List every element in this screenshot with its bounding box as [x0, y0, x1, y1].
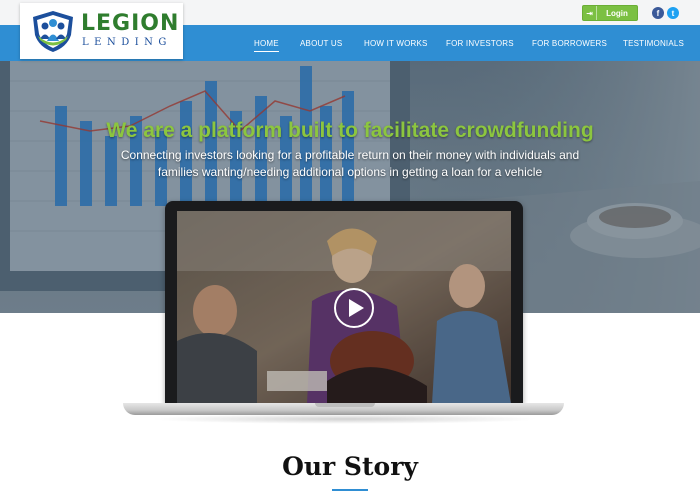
laptop-shadow — [150, 414, 540, 424]
nav-item-for-investors[interactable]: FOR INVESTORS — [446, 25, 514, 61]
nav-item-home[interactable]: HOME — [254, 25, 279, 61]
shield-logo-icon — [33, 11, 73, 52]
sign-in-icon: ⇥ — [583, 6, 597, 20]
twitter-icon[interactable]: t — [667, 7, 679, 19]
facebook-icon[interactable]: f — [652, 7, 664, 19]
site-logo[interactable]: LEGION LENDING — [20, 3, 183, 59]
logo-name-bottom: LENDING — [82, 37, 172, 48]
page: ⇥ Login f t HOME ABOUT US HOW IT WORKS F… — [0, 0, 700, 500]
laptop-mockup — [165, 201, 523, 404]
login-label: Login — [606, 8, 628, 18]
login-button[interactable]: ⇥ Login — [582, 5, 638, 21]
play-icon[interactable] — [332, 286, 376, 330]
laptop-notch — [315, 403, 375, 407]
hero-subtitle: Connecting investors looking for a profi… — [60, 147, 640, 181]
video-player[interactable] — [177, 211, 511, 404]
heading-underline — [332, 489, 368, 491]
nav-item-for-borrowers[interactable]: FOR BORROWERS — [532, 25, 607, 61]
nav-item-how-it-works[interactable]: HOW IT WORKS — [364, 25, 428, 61]
nav-item-testimonials[interactable]: TESTIMONIALS — [623, 25, 684, 61]
logo-name-top: LEGION — [81, 11, 180, 36]
hero-subtitle-line-2: families wanting/needing additional opti… — [157, 165, 543, 179]
our-story-heading: Our Story — [282, 452, 418, 481]
hero-subtitle-line-1: Connecting investors looking for a profi… — [120, 148, 580, 162]
hero-title: We are a platform built to facilitate cr… — [106, 119, 594, 142]
nav-item-about-us[interactable]: ABOUT US — [300, 25, 342, 61]
